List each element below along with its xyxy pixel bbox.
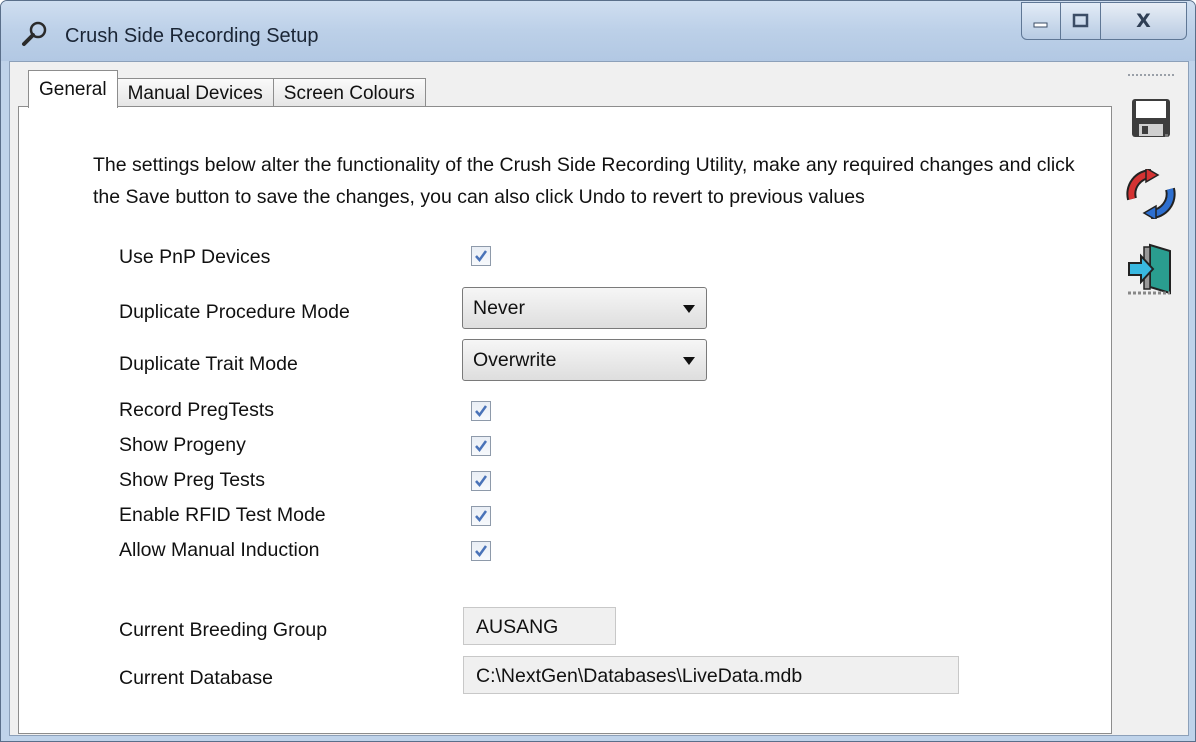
current-database-field[interactable]: C:\NextGen\Databases\LiveData.mdb (463, 656, 959, 694)
duplicate-procedure-mode-select[interactable]: Never (462, 287, 707, 329)
duplicate-trait-mode-value: Overwrite (473, 349, 557, 371)
duplicate-procedure-mode-label: Duplicate Procedure Mode (119, 301, 350, 323)
record-pregtests-label: Record PregTests (119, 399, 274, 421)
tab-general[interactable]: General (28, 70, 118, 108)
maximize-button[interactable] (1061, 2, 1101, 40)
current-database-label: Current Database (119, 667, 273, 689)
allow-manual-induction-checkbox[interactable] (471, 541, 491, 561)
duplicate-trait-mode-select[interactable]: Overwrite (462, 339, 707, 381)
save-button[interactable] (1126, 90, 1176, 146)
allow-manual-induction-label: Allow Manual Induction (119, 539, 320, 561)
checkmark-icon (475, 405, 488, 418)
minimize-button[interactable] (1021, 2, 1061, 40)
caption-buttons: X (1021, 2, 1187, 40)
current-breeding-group-label: Current Breeding Group (119, 619, 328, 641)
side-toolbar (1114, 62, 1188, 735)
show-preg-tests-checkbox[interactable] (471, 471, 491, 491)
minimize-icon (1033, 22, 1048, 28)
app-window: Crush Side Recording Setup X General Man… (0, 0, 1196, 742)
use-pnp-devices-checkbox[interactable] (471, 246, 491, 266)
maximize-icon (1072, 13, 1088, 28)
checkmark-icon (475, 440, 488, 453)
undo-button[interactable] (1126, 166, 1176, 222)
tab-strip: General Manual Devices Screen Colours (28, 70, 426, 108)
dropdown-arrow-icon (683, 305, 695, 313)
show-preg-tests-label: Show Preg Tests (119, 469, 265, 491)
enable-rfid-test-mode-label: Enable RFID Test Mode (119, 504, 326, 526)
record-pregtests-checkbox[interactable] (471, 401, 491, 421)
use-pnp-devices-label: Use PnP Devices (119, 246, 271, 268)
checkmark-icon (475, 250, 488, 263)
settings-description: The settings below alter the functionali… (93, 154, 1075, 208)
duplicate-procedure-mode-value: Never (473, 297, 526, 319)
duplicate-trait-mode-label: Duplicate Trait Mode (119, 353, 298, 375)
title-bar[interactable]: Crush Side Recording Setup X (1, 1, 1195, 61)
tab-screen-colours[interactable]: Screen Colours (272, 78, 426, 108)
current-breeding-group-field[interactable]: AUSANG (463, 607, 616, 645)
dropdown-arrow-icon (683, 357, 695, 365)
checkmark-icon (475, 545, 488, 558)
exit-door-icon (1128, 243, 1171, 295)
exit-button[interactable] (1126, 242, 1176, 298)
save-floppy-icon (1132, 99, 1170, 137)
checkmark-icon (475, 510, 488, 523)
close-icon: X (1136, 10, 1151, 32)
checkmark-icon (475, 475, 488, 488)
tab-manual-devices[interactable]: Manual Devices (116, 78, 274, 108)
toolbar-grip[interactable] (1128, 74, 1174, 78)
close-button[interactable]: X (1101, 2, 1187, 40)
show-progeny-label: Show Progeny (119, 434, 246, 456)
general-tab-panel: The settings below alter the functionali… (18, 106, 1112, 734)
client-area: General Manual Devices Screen Colours Th… (9, 61, 1189, 736)
show-progeny-checkbox[interactable] (471, 436, 491, 456)
undo-refresh-icon (1126, 169, 1176, 219)
window-title: Crush Side Recording Setup (65, 25, 319, 47)
enable-rfid-test-mode-checkbox[interactable] (471, 506, 491, 526)
wrench-icon (22, 21, 47, 46)
